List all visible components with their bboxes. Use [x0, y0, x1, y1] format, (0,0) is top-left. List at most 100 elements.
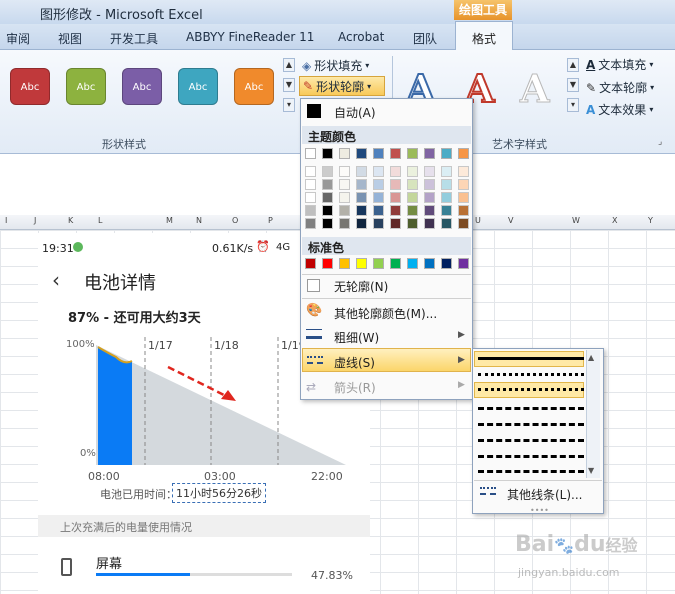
theme-shade-swatch[interactable] [424, 179, 435, 190]
scroll-up-icon[interactable]: ▲ [588, 353, 594, 362]
wordart-gallery-down-icon[interactable]: ▼ [567, 78, 579, 92]
standard-color-swatch[interactable] [373, 258, 384, 269]
column-header[interactable]: J [34, 216, 36, 225]
dash-option-dash[interactable] [478, 407, 584, 410]
scroll-down-icon[interactable]: ▼ [588, 466, 594, 475]
column-header[interactable]: X [612, 216, 617, 225]
standard-color-swatch[interactable] [407, 258, 418, 269]
theme-shade-swatch[interactable] [339, 166, 350, 177]
theme-shade-swatch[interactable] [373, 179, 384, 190]
shape-style-swatch[interactable]: Abc [122, 68, 162, 105]
theme-color-swatch[interactable] [441, 148, 452, 159]
theme-shade-swatch[interactable] [373, 192, 384, 203]
theme-shade-swatch[interactable] [305, 179, 316, 190]
column-header[interactable]: P [268, 216, 273, 225]
theme-shade-swatch[interactable] [424, 166, 435, 177]
tab-format[interactable]: 格式 [455, 21, 513, 51]
theme-shade-swatch[interactable] [458, 179, 469, 190]
theme-shade-swatch[interactable] [305, 166, 316, 177]
tab-acrobat[interactable]: Acrobat [338, 30, 384, 44]
shape-style-swatch[interactable]: Abc [234, 68, 274, 105]
menu-item-weight[interactable]: 粗细(W) [334, 329, 379, 346]
theme-shade-swatch[interactable] [424, 218, 435, 229]
theme-shade-swatch[interactable] [458, 166, 469, 177]
column-header[interactable]: W [572, 216, 580, 225]
wordart-gallery-up-icon[interactable]: ▲ [567, 58, 579, 72]
theme-shade-swatch[interactable] [424, 205, 435, 216]
theme-shade-swatch[interactable] [356, 166, 367, 177]
shape-style-swatch[interactable]: Abc [178, 68, 218, 105]
theme-color-swatch[interactable] [407, 148, 418, 159]
shape-fill-button[interactable]: ◈ 形状填充 ▾ [302, 57, 369, 74]
menu-item-more-colors[interactable]: 其他轮廓颜色(M)... [334, 305, 437, 322]
dash-option-long-dash-dot[interactable] [478, 455, 584, 458]
theme-shade-swatch[interactable] [356, 192, 367, 203]
wordart-style-plain[interactable]: A [519, 66, 550, 112]
theme-shade-swatch[interactable] [441, 205, 452, 216]
theme-shade-swatch[interactable] [441, 179, 452, 190]
theme-shade-swatch[interactable] [441, 218, 452, 229]
dash-option-square-dot[interactable] [478, 388, 584, 391]
theme-shade-swatch[interactable] [356, 218, 367, 229]
theme-shade-swatch[interactable] [322, 205, 333, 216]
theme-shade-swatch[interactable] [356, 205, 367, 216]
theme-color-swatch[interactable] [339, 148, 350, 159]
theme-shade-swatch[interactable] [458, 205, 469, 216]
theme-shade-swatch[interactable] [356, 179, 367, 190]
tab-team[interactable]: 团队 [413, 30, 437, 47]
standard-color-swatch[interactable] [458, 258, 469, 269]
theme-shade-swatch[interactable] [458, 192, 469, 203]
theme-shade-swatch[interactable] [305, 205, 316, 216]
column-header[interactable]: O [232, 216, 238, 225]
theme-shade-swatch[interactable] [373, 218, 384, 229]
tab-abbyy[interactable]: ABBYY FineReader 11 [186, 30, 314, 44]
standard-color-swatch[interactable] [322, 258, 333, 269]
theme-shade-swatch[interactable] [441, 192, 452, 203]
dash-option-dash-dot[interactable] [478, 423, 584, 426]
theme-shade-swatch[interactable] [407, 166, 418, 177]
standard-color-swatch[interactable] [390, 258, 401, 269]
standard-color-swatch[interactable] [356, 258, 367, 269]
text-fill-button[interactable]: A 文本填充 ▾ [586, 56, 653, 73]
text-effects-button[interactable]: A 文本效果 ▾ [586, 101, 653, 118]
theme-shade-swatch[interactable] [390, 205, 401, 216]
theme-color-swatch[interactable] [424, 148, 435, 159]
theme-shade-swatch[interactable] [339, 192, 350, 203]
theme-shade-swatch[interactable] [322, 166, 333, 177]
standard-color-swatch[interactable] [441, 258, 452, 269]
column-header[interactable]: M [166, 216, 173, 225]
theme-shade-swatch[interactable] [322, 218, 333, 229]
theme-shade-swatch[interactable] [458, 218, 469, 229]
theme-shade-swatch[interactable] [441, 166, 452, 177]
text-outline-button[interactable]: ✎ 文本轮廓 ▾ [586, 79, 654, 96]
tab-review[interactable]: 审阅 [6, 30, 30, 47]
wordart-gallery-more-icon[interactable]: ▾ [567, 98, 579, 112]
theme-color-swatch[interactable] [356, 148, 367, 159]
column-header[interactable]: L [98, 216, 102, 225]
theme-shade-swatch[interactable] [407, 179, 418, 190]
dialog-launcher-icon[interactable]: ⌟ [658, 137, 662, 147]
resize-grip-icon[interactable]: •••• [530, 506, 549, 515]
shape-outline-button[interactable]: ✎ 形状轮廓 ▾ [299, 76, 385, 96]
theme-shade-swatch[interactable] [339, 205, 350, 216]
menu-item-no-outline[interactable]: 无轮廓(N) [334, 278, 388, 295]
column-header[interactable]: Y [648, 216, 653, 225]
gallery-down-icon[interactable]: ▼ [283, 78, 295, 92]
theme-shade-swatch[interactable] [373, 205, 384, 216]
theme-shade-swatch[interactable] [424, 192, 435, 203]
menu-item-auto[interactable]: 自动(A) [334, 104, 376, 121]
theme-color-swatch[interactable] [322, 148, 333, 159]
theme-shade-swatch[interactable] [322, 192, 333, 203]
gallery-up-icon[interactable]: ▲ [283, 58, 295, 72]
theme-shade-swatch[interactable] [390, 179, 401, 190]
theme-shade-swatch[interactable] [373, 166, 384, 177]
menu-item-arrows[interactable]: 箭头(R) [334, 379, 376, 396]
theme-shade-swatch[interactable] [407, 205, 418, 216]
column-header[interactable]: U [475, 216, 481, 225]
theme-color-swatch[interactable] [305, 148, 316, 159]
theme-color-swatch[interactable] [390, 148, 401, 159]
theme-shade-swatch[interactable] [305, 192, 316, 203]
shape-style-swatch[interactable]: Abc [66, 68, 106, 105]
theme-shade-swatch[interactable] [407, 192, 418, 203]
theme-shade-swatch[interactable] [390, 192, 401, 203]
